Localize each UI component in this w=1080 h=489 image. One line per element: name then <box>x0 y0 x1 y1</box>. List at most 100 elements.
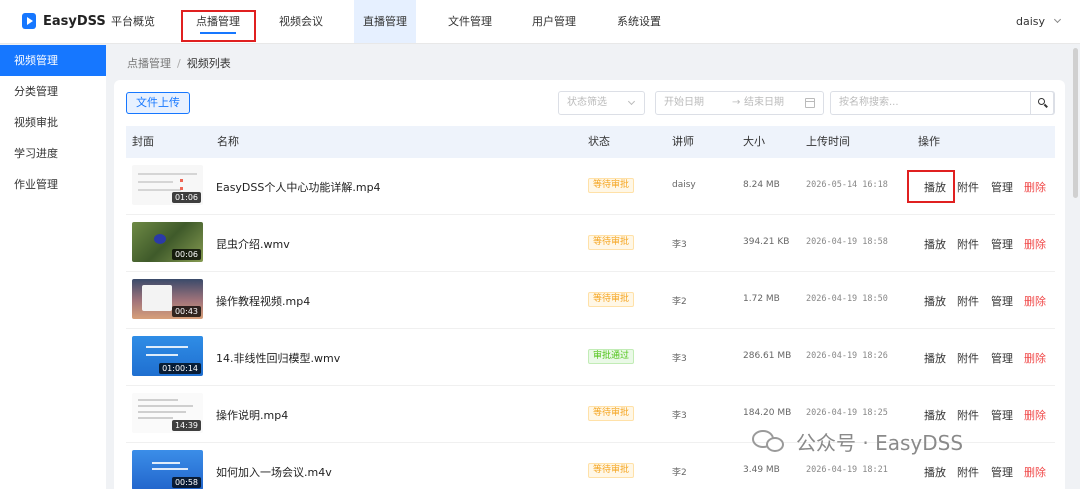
lecturer: daisy <box>672 180 696 190</box>
sidebar-item-homework-management[interactable]: 作业管理 <box>0 169 106 200</box>
breadcrumb-current: 视频列表 <box>186 57 231 70</box>
delete-link[interactable]: 删除 <box>1024 179 1046 195</box>
manage-link[interactable]: 管理 <box>991 350 1013 366</box>
header-upload-time: 上传时间 <box>806 135 850 148</box>
delete-link[interactable]: 删除 <box>1024 464 1046 480</box>
user-menu[interactable]: daisy <box>1015 15 1062 28</box>
play-link[interactable]: 播放 <box>924 407 946 423</box>
thumb-graphic <box>138 181 173 183</box>
upload-time: 2026-04-19 18:58 <box>806 237 888 247</box>
watermark: 公众号 · EasyDSS <box>752 427 963 456</box>
thumb-graphic <box>152 462 180 464</box>
manage-link[interactable]: 管理 <box>991 293 1013 309</box>
video-duration: 00:58 <box>171 477 201 488</box>
status-badge: 等待审批 <box>588 235 635 250</box>
nav-label: 系统设置 <box>617 15 661 28</box>
nav-item-overview[interactable]: 平台概览 <box>104 0 162 43</box>
play-link[interactable]: 播放 <box>924 350 946 366</box>
app-logo[interactable]: EasyDSS <box>22 13 106 29</box>
manage-link[interactable]: 管理 <box>991 236 1013 252</box>
status-filter-select[interactable]: 状态筛选 <box>558 91 645 115</box>
thumb-graphic <box>138 405 193 407</box>
video-name: 操作教程视频.mp4 <box>216 295 311 308</box>
breadcrumb: 点播管理 / 视频列表 <box>127 55 231 71</box>
delete-link[interactable]: 删除 <box>1024 350 1046 366</box>
status-badge: 等待审批 <box>588 292 635 307</box>
header-status: 状态 <box>588 135 610 148</box>
logo-icon <box>22 13 36 29</box>
lecturer: 李3 <box>672 354 687 364</box>
sidebar-item-video-approval[interactable]: 视频审批 <box>0 107 106 138</box>
video-name: EasyDSS个人中心功能详解.mp4 <box>216 181 381 194</box>
manage-link[interactable]: 管理 <box>991 407 1013 423</box>
page-scrollbar[interactable] <box>1073 48 1078 198</box>
search-button[interactable] <box>1030 91 1054 115</box>
date-range-arrow: → <box>732 97 741 108</box>
delete-link[interactable]: 删除 <box>1024 293 1046 309</box>
header-actions: 操作 <box>918 135 940 148</box>
lecturer: 李3 <box>672 411 687 421</box>
sidebar-item-video-management[interactable]: 视频管理 <box>0 45 106 76</box>
thumb-graphic <box>152 468 188 470</box>
top-navbar: EasyDSS 平台概览 点播管理 视频会议 直播管理 文件管理 用户管理 系统… <box>0 0 1080 44</box>
video-thumbnail[interactable]: 01:00:14 <box>132 336 203 376</box>
video-thumbnail[interactable]: 01:06 <box>132 165 203 205</box>
status-badge: 等待审批 <box>588 463 635 478</box>
thumb-graphic <box>138 417 173 419</box>
username: daisy <box>1015 15 1045 28</box>
search-input[interactable]: 按名称搜索... <box>830 91 1055 115</box>
thumb-graphic <box>180 179 183 182</box>
video-thumbnail[interactable]: 00:43 <box>132 279 203 319</box>
thumb-graphic <box>138 399 178 401</box>
nav-item-system-settings[interactable]: 系统设置 <box>610 0 668 43</box>
play-link[interactable]: 播放 <box>924 293 946 309</box>
delete-link[interactable]: 删除 <box>1024 407 1046 423</box>
nav-item-user-management[interactable]: 用户管理 <box>525 0 583 43</box>
date-range-picker[interactable]: 开始日期 → 结束日期 <box>655 91 824 115</box>
nav-label: 用户管理 <box>532 15 576 28</box>
nav-item-live-management[interactable]: 直播管理 <box>354 0 416 43</box>
file-size: 286.61 MB <box>743 351 792 361</box>
video-duration: 00:43 <box>171 306 201 317</box>
video-thumbnail[interactable]: 00:06 <box>132 222 203 262</box>
video-duration: 14:39 <box>171 420 201 431</box>
sidebar-item-learning-progress[interactable]: 学习进度 <box>0 138 106 169</box>
attachment-link[interactable]: 附件 <box>957 236 979 252</box>
attachment-link[interactable]: 附件 <box>957 350 979 366</box>
delete-link[interactable]: 删除 <box>1024 236 1046 252</box>
thumb-graphic <box>146 354 178 356</box>
manage-link[interactable]: 管理 <box>991 179 1013 195</box>
lecturer: 李2 <box>672 297 687 307</box>
attachment-link[interactable]: 附件 <box>957 464 979 480</box>
breadcrumb-parent[interactable]: 点播管理 <box>127 57 171 70</box>
nav-label: 平台概览 <box>111 15 155 28</box>
play-link[interactable]: 播放 <box>924 236 946 252</box>
sidebar: 视频管理 分类管理 视频审批 学习进度 作业管理 <box>0 45 106 489</box>
attachment-link[interactable]: 附件 <box>957 293 979 309</box>
table-row: 01:00:14 14.非线性回归模型.wmv 审批通过 李3 286.61 M… <box>126 329 1055 386</box>
play-link[interactable]: 播放 <box>924 464 946 480</box>
upload-time: 2026-04-19 18:50 <box>806 294 888 304</box>
file-size: 184.20 MB <box>743 408 792 418</box>
sidebar-item-category-management[interactable]: 分类管理 <box>0 76 106 107</box>
nav-item-file-management[interactable]: 文件管理 <box>441 0 499 43</box>
upload-button[interactable]: 文件上传 <box>126 92 190 114</box>
nav-item-video-conference[interactable]: 视频会议 <box>272 0 330 43</box>
highlight-box-play <box>907 170 955 203</box>
video-duration: 00:06 <box>171 249 201 260</box>
video-thumbnail[interactable]: 00:58 <box>132 450 203 489</box>
app-name: EasyDSS <box>43 13 106 29</box>
thumb-graphic <box>142 285 172 311</box>
file-size: 3.49 MB <box>743 465 780 475</box>
thumb-graphic <box>138 411 186 413</box>
status-badge: 等待审批 <box>588 406 635 421</box>
header-name: 名称 <box>217 135 239 148</box>
upload-time: 2026-04-19 18:25 <box>806 408 888 418</box>
video-thumbnail[interactable]: 14:39 <box>132 393 203 433</box>
manage-link[interactable]: 管理 <box>991 464 1013 480</box>
attachment-link[interactable]: 附件 <box>957 407 979 423</box>
video-name: 如何加入一场会议.m4v <box>216 466 332 479</box>
nav-label: 文件管理 <box>448 15 492 28</box>
attachment-link[interactable]: 附件 <box>957 179 979 195</box>
highlight-box-nav <box>181 10 256 42</box>
